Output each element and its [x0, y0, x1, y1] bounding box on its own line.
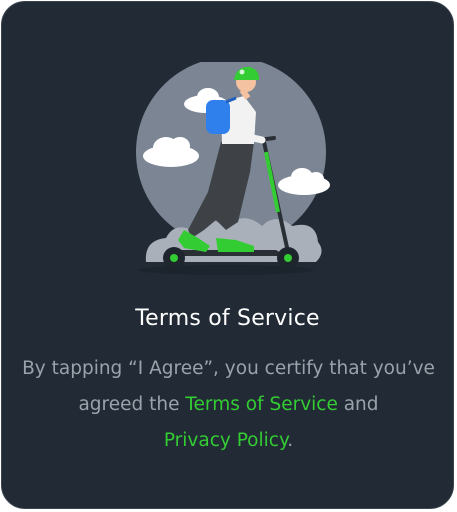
privacy-policy-link[interactable]: Privacy Policy [164, 430, 287, 451]
terms-text-part2: and [337, 394, 379, 415]
terms-dialog: Terms of Service By tapping “I Agree”, y… [1, 1, 454, 509]
terms-text-part3: . [287, 430, 294, 451]
terms-description: By tapping “I Agree”, you certify that y… [22, 351, 435, 459]
terms-of-service-link[interactable]: Terms of Service [185, 394, 337, 415]
page-title: Terms of Service [135, 306, 320, 331]
scooter-rider-illustration [136, 62, 330, 275]
